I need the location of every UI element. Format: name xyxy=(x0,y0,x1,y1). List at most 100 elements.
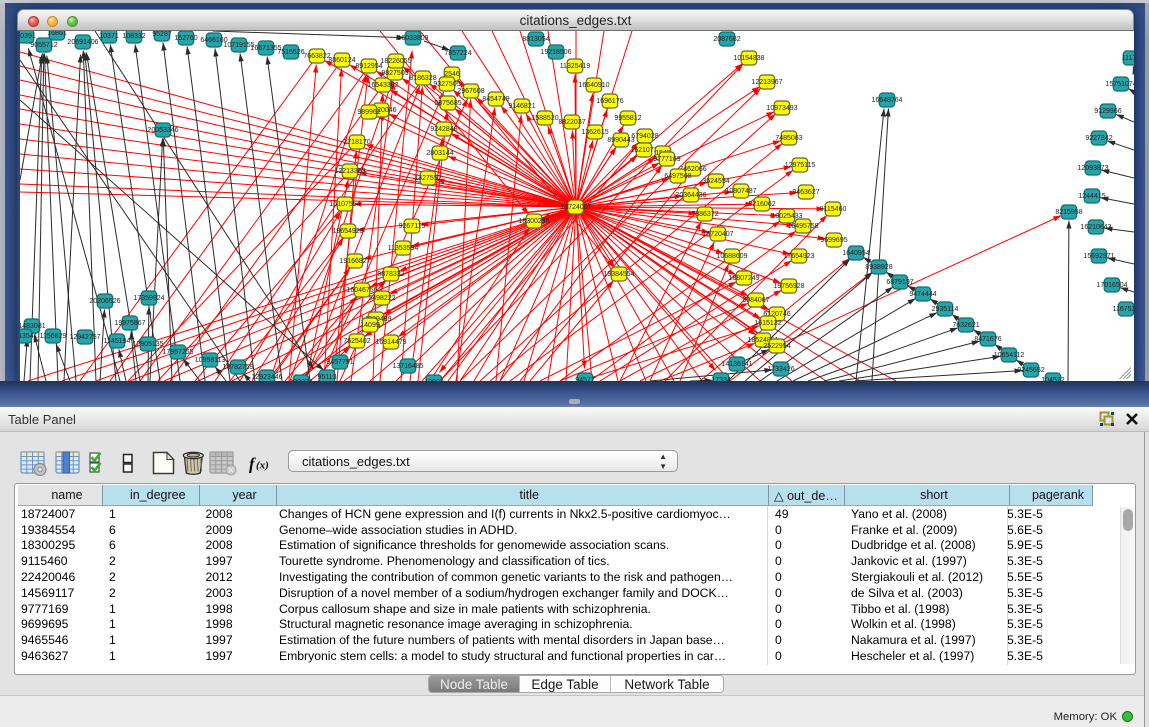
svg-text:12213967: 12213967 xyxy=(751,79,782,86)
svg-text:10654112: 10654112 xyxy=(993,352,1024,359)
svg-text:19384554: 19384554 xyxy=(603,271,634,278)
svg-text:9245652: 9245652 xyxy=(1017,367,1044,374)
svg-text:20364436: 20364436 xyxy=(675,192,706,199)
svg-text:9115460: 9115460 xyxy=(819,206,846,213)
svg-text:16782759: 16782759 xyxy=(222,364,253,371)
svg-text:1615132: 1615132 xyxy=(754,320,781,327)
svg-text:15692971: 15692971 xyxy=(1083,253,1114,260)
svg-text:10154838: 10154838 xyxy=(733,55,764,62)
svg-text:20206526: 20206526 xyxy=(89,298,120,305)
svg-text:1362615: 1362615 xyxy=(581,129,608,136)
svg-text:20053346: 20053346 xyxy=(147,127,178,134)
svg-text:9242848: 9242848 xyxy=(430,126,457,133)
svg-text:12942757: 12942757 xyxy=(69,334,100,341)
svg-text:8454749: 8454749 xyxy=(482,96,509,103)
svg-text:1145194: 1145194 xyxy=(103,338,130,345)
svg-text:5498222: 5498222 xyxy=(368,295,395,302)
svg-text:19218506: 19218506 xyxy=(540,49,571,56)
svg-text:108332: 108332 xyxy=(122,33,145,40)
svg-text:16914479: 16914479 xyxy=(375,339,406,346)
svg-text:2087682: 2087682 xyxy=(713,36,740,43)
svg-text:1696176: 1696176 xyxy=(596,98,623,105)
svg-text:16495758: 16495758 xyxy=(787,223,818,230)
svg-text:10807487: 10807487 xyxy=(725,188,756,195)
svg-text:7632621: 7632621 xyxy=(952,322,979,329)
svg-text:9267115: 9267115 xyxy=(398,223,425,230)
svg-text:2803144: 2803144 xyxy=(426,150,453,157)
svg-text:16210643: 16210643 xyxy=(1080,224,1111,231)
svg-text:17359924: 17359924 xyxy=(133,295,164,302)
svg-text:1427552: 1427552 xyxy=(414,175,441,182)
svg-text:8215958: 8215958 xyxy=(1055,209,1082,216)
svg-text:11353594: 11353594 xyxy=(387,245,418,252)
svg-text:12923446: 12923446 xyxy=(251,374,282,381)
svg-text:18724007: 18724007 xyxy=(560,204,591,211)
svg-text:7625402: 7625402 xyxy=(343,338,370,345)
svg-text:15720407: 15720407 xyxy=(702,231,733,238)
svg-text:9699695: 9699695 xyxy=(820,237,847,244)
svg-text:14136141: 14136141 xyxy=(721,361,752,368)
svg-text:2935114: 2935114 xyxy=(931,306,958,313)
svg-text:1167533: 1167533 xyxy=(1112,306,1133,313)
svg-text:16107554: 16107554 xyxy=(329,201,360,208)
svg-text:9313541: 9313541 xyxy=(20,333,38,340)
svg-text:19166827: 19166827 xyxy=(339,258,370,265)
svg-text:9327505: 9327505 xyxy=(433,81,460,88)
svg-text:7485063: 7485063 xyxy=(775,135,802,142)
svg-text:13716485: 13716485 xyxy=(392,363,423,370)
svg-text:16033809: 16033809 xyxy=(397,35,428,42)
svg-text:17957255: 17957255 xyxy=(162,349,193,356)
svg-text:989962: 989962 xyxy=(357,109,380,116)
svg-text:9955812: 9955812 xyxy=(614,115,641,122)
svg-text:18300295: 18300295 xyxy=(518,218,549,225)
svg-text:9463627: 9463627 xyxy=(792,189,819,196)
svg-text:16046756: 16046756 xyxy=(346,287,377,294)
svg-text:6794028: 6794028 xyxy=(631,133,658,140)
svg-text:2522954: 2522954 xyxy=(763,343,790,350)
svg-text:16543362: 16543362 xyxy=(367,82,398,89)
svg-text:12975115: 12975115 xyxy=(784,162,815,169)
svg-text:95113: 95113 xyxy=(317,374,336,381)
svg-text:1621072: 1621072 xyxy=(630,147,657,154)
svg-text:15751074: 15751074 xyxy=(1105,81,1134,88)
svg-text:10958113: 10958113 xyxy=(194,357,225,364)
svg-text:9474444: 9474444 xyxy=(909,291,936,298)
svg-text:18807249: 18807249 xyxy=(728,275,759,282)
svg-text:6497568: 6497568 xyxy=(664,173,691,180)
svg-text:7857224: 7857224 xyxy=(444,50,471,57)
svg-text:8471676: 8471676 xyxy=(974,336,1001,343)
svg-text:8938928: 8938928 xyxy=(865,264,892,271)
svg-text:19756928: 19756928 xyxy=(773,283,804,290)
svg-text:9227342: 9227342 xyxy=(1085,135,1112,142)
svg-text:12213363: 12213363 xyxy=(334,168,365,175)
svg-text:9457791: 9457791 xyxy=(326,359,353,366)
svg-text:20691406: 20691406 xyxy=(67,39,98,46)
svg-text:6879197: 6879197 xyxy=(886,279,913,286)
svg-text:9129966: 9129966 xyxy=(1094,108,1121,115)
svg-text:11325419: 11325419 xyxy=(559,63,590,70)
svg-text:2967608: 2967608 xyxy=(457,88,484,95)
svg-text:10688609: 10688609 xyxy=(716,253,747,260)
svg-text:9084067: 9084067 xyxy=(742,297,769,304)
svg-text:10371: 10371 xyxy=(99,33,119,40)
svg-text:19975867: 19975867 xyxy=(114,320,145,327)
svg-text:19654923: 19654923 xyxy=(332,228,363,235)
svg-text:20391: 20391 xyxy=(20,33,36,40)
svg-text:9777169: 9777169 xyxy=(653,156,680,163)
svg-text:7386372: 7386372 xyxy=(691,211,718,218)
svg-text:152760: 152760 xyxy=(174,35,197,42)
svg-text:1244415: 1244415 xyxy=(1078,193,1105,200)
svg-text:8912954: 8912954 xyxy=(355,63,382,70)
svg-text:5875685: 5875685 xyxy=(434,100,461,107)
svg-text:16640910: 16640910 xyxy=(578,82,609,89)
svg-text:9827505: 9827505 xyxy=(381,70,408,77)
svg-text:17016504: 17016504 xyxy=(1096,282,1127,289)
svg-text:16648764: 16648764 xyxy=(871,97,902,104)
svg-text:8216062: 8216062 xyxy=(748,201,775,208)
svg-text:7515526: 7515526 xyxy=(277,49,304,56)
svg-text:1156829: 1156829 xyxy=(39,333,66,340)
svg-text:10973493: 10973493 xyxy=(766,105,797,112)
svg-text:1588520: 1588520 xyxy=(531,115,558,122)
svg-text:8813054: 8813054 xyxy=(522,36,549,43)
svg-text:9146821: 9146821 xyxy=(508,103,535,110)
